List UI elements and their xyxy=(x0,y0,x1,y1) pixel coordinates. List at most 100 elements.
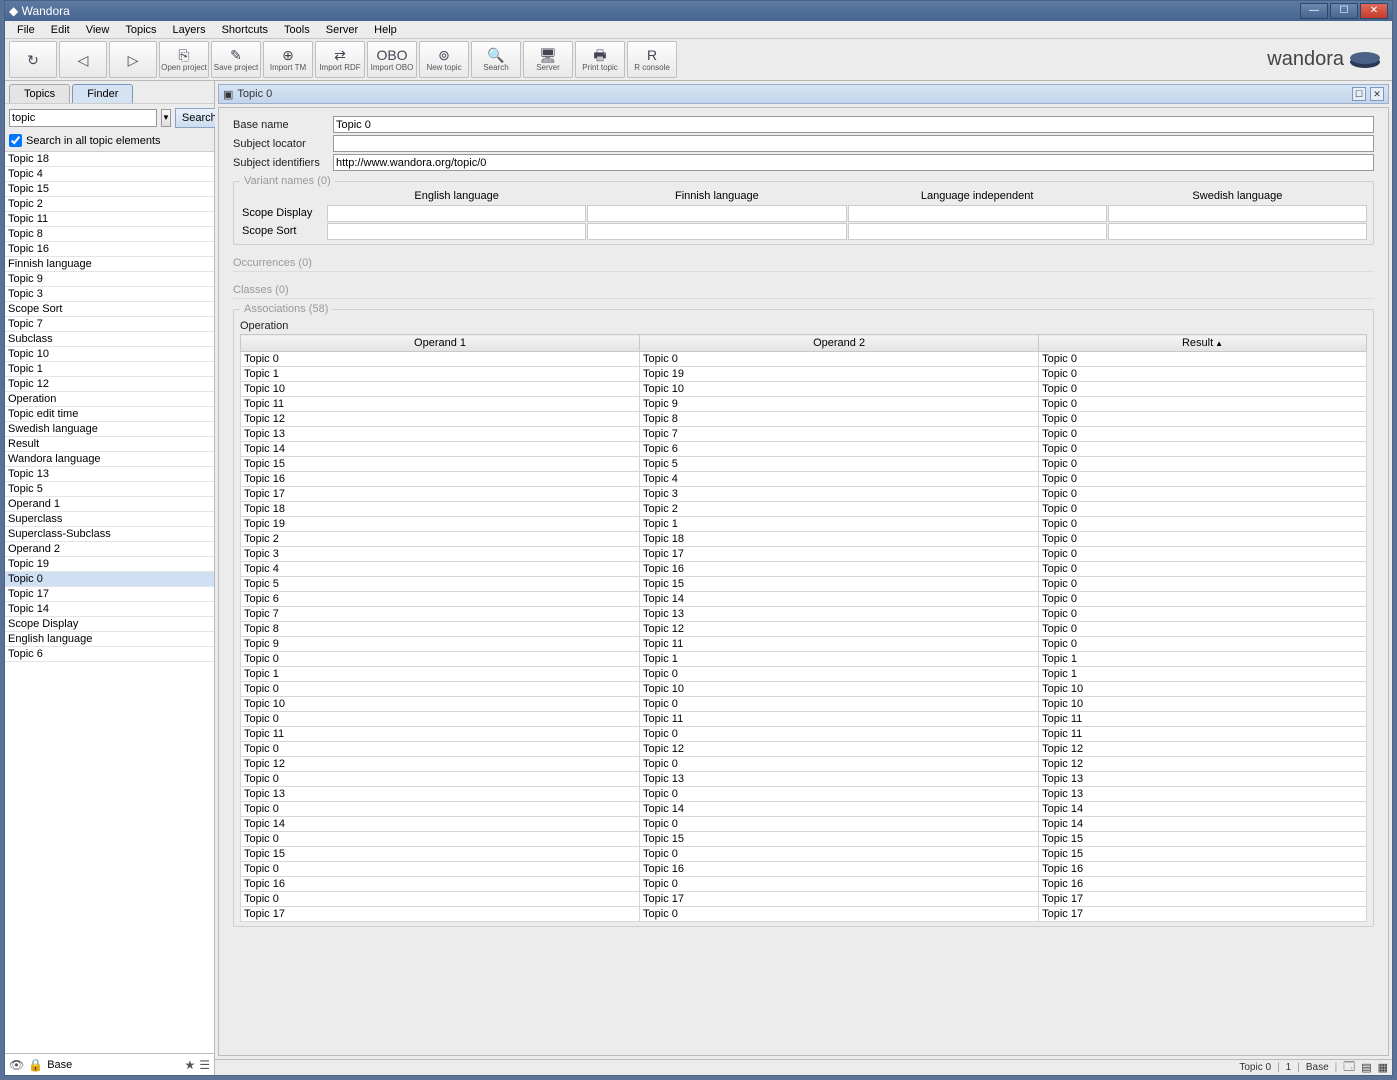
table-row[interactable]: Topic 13Topic 0Topic 13 xyxy=(241,787,1367,802)
list-item[interactable]: Scope Sort xyxy=(5,302,214,317)
table-row[interactable]: Topic 15Topic 0Topic 15 xyxy=(241,847,1367,862)
table-cell[interactable]: Topic 17 xyxy=(1039,907,1367,922)
table-cell[interactable]: Topic 1 xyxy=(241,367,640,382)
table-cell[interactable]: Topic 15 xyxy=(1039,847,1367,862)
table-cell[interactable]: Topic 1 xyxy=(640,517,1039,532)
search-input[interactable] xyxy=(9,109,157,127)
table-cell[interactable]: Topic 8 xyxy=(241,622,640,637)
new-topic-button[interactable]: ⊚New topic xyxy=(419,41,469,78)
menu-shortcuts[interactable]: Shortcuts xyxy=(216,22,274,38)
table-cell[interactable]: Topic 16 xyxy=(1039,862,1367,877)
table-row[interactable]: Topic 1Topic 0Topic 1 xyxy=(241,667,1367,682)
print-topic-button[interactable]: 🖶Print topic xyxy=(575,41,625,78)
list-item[interactable]: Topic 8 xyxy=(5,227,214,242)
table-cell[interactable]: Topic 0 xyxy=(1039,382,1367,397)
table-row[interactable]: Topic 0Topic 16Topic 16 xyxy=(241,862,1367,877)
table-cell[interactable]: Topic 9 xyxy=(640,397,1039,412)
table-row[interactable]: Topic 16Topic 0Topic 16 xyxy=(241,877,1367,892)
table-cell[interactable]: Topic 13 xyxy=(640,607,1039,622)
table-row[interactable]: Topic 10Topic 0Topic 10 xyxy=(241,697,1367,712)
list-item[interactable]: Operand 1 xyxy=(5,497,214,512)
table-cell[interactable]: Topic 10 xyxy=(640,382,1039,397)
table-cell[interactable]: Topic 0 xyxy=(640,757,1039,772)
table-cell[interactable]: Topic 11 xyxy=(241,727,640,742)
menu-view[interactable]: View xyxy=(80,22,116,38)
layer-name[interactable]: Base xyxy=(47,1059,72,1071)
list-item[interactable]: English language xyxy=(5,632,214,647)
table-cell[interactable]: Topic 0 xyxy=(1039,607,1367,622)
list-item[interactable]: Topic 7 xyxy=(5,317,214,332)
table-cell[interactable]: Topic 0 xyxy=(241,652,640,667)
table-cell[interactable]: Topic 17 xyxy=(1039,892,1367,907)
table-cell[interactable]: Topic 17 xyxy=(640,547,1039,562)
variant-cell[interactable] xyxy=(848,223,1107,240)
table-cell[interactable]: Topic 0 xyxy=(1039,457,1367,472)
base-name-input[interactable] xyxy=(333,116,1374,133)
table-row[interactable]: Topic 5Topic 15Topic 0 xyxy=(241,577,1367,592)
variant-cell[interactable] xyxy=(587,205,846,222)
table-cell[interactable]: Topic 11 xyxy=(640,712,1039,727)
list-item[interactable]: Operand 2 xyxy=(5,542,214,557)
table-cell[interactable]: Topic 14 xyxy=(640,592,1039,607)
table-cell[interactable]: Topic 0 xyxy=(241,682,640,697)
table-cell[interactable]: Topic 1 xyxy=(1039,667,1367,682)
menu-tools[interactable]: Tools xyxy=(278,22,316,38)
search-dropdown-icon[interactable]: ▼ xyxy=(161,109,171,127)
table-cell[interactable]: Topic 12 xyxy=(241,757,640,772)
table-cell[interactable]: Topic 1 xyxy=(241,667,640,682)
table-cell[interactable]: Topic 0 xyxy=(241,742,640,757)
table-row[interactable]: Topic 4Topic 16Topic 0 xyxy=(241,562,1367,577)
list-item[interactable]: Topic 9 xyxy=(5,272,214,287)
table-cell[interactable]: Topic 0 xyxy=(1039,397,1367,412)
table-row[interactable]: Topic 0Topic 14Topic 14 xyxy=(241,802,1367,817)
table-row[interactable]: Topic 11Topic 9Topic 0 xyxy=(241,397,1367,412)
table-cell[interactable]: Topic 2 xyxy=(241,532,640,547)
table-cell[interactable]: Topic 13 xyxy=(241,787,640,802)
reload-button[interactable]: ↻ xyxy=(9,41,57,78)
variant-cell[interactable] xyxy=(327,223,586,240)
close-button[interactable]: ✕ xyxy=(1360,3,1388,19)
table-cell[interactable]: Topic 3 xyxy=(640,487,1039,502)
table-cell[interactable]: Topic 18 xyxy=(640,532,1039,547)
table-cell[interactable]: Topic 0 xyxy=(241,832,640,847)
table-cell[interactable]: Topic 8 xyxy=(640,412,1039,427)
minimize-button[interactable]: — xyxy=(1300,3,1328,19)
table-cell[interactable]: Topic 10 xyxy=(1039,697,1367,712)
search-button[interactable]: 🔍Search xyxy=(471,41,521,78)
table-cell[interactable]: Topic 11 xyxy=(1039,727,1367,742)
table-cell[interactable]: Topic 5 xyxy=(241,577,640,592)
list-item[interactable]: Subclass xyxy=(5,332,214,347)
table-row[interactable]: Topic 0Topic 15Topic 15 xyxy=(241,832,1367,847)
table-cell[interactable]: Topic 7 xyxy=(241,607,640,622)
occurrences-section[interactable]: Occurrences (0) xyxy=(233,255,1374,272)
table-cell[interactable]: Topic 1 xyxy=(640,652,1039,667)
table-column-header[interactable]: Operand 2 xyxy=(640,335,1039,352)
list-item[interactable]: Topic 4 xyxy=(5,167,214,182)
table-row[interactable]: Topic 16Topic 4Topic 0 xyxy=(241,472,1367,487)
table-cell[interactable]: Topic 0 xyxy=(1039,367,1367,382)
table-cell[interactable]: Topic 0 xyxy=(241,772,640,787)
open-project-button[interactable]: ⎘Open project xyxy=(159,41,209,78)
table-cell[interactable]: Topic 0 xyxy=(640,697,1039,712)
table-row[interactable]: Topic 0Topic 10Topic 10 xyxy=(241,682,1367,697)
list-item[interactable]: Topic 19 xyxy=(5,557,214,572)
table-row[interactable]: Topic 10Topic 10Topic 0 xyxy=(241,382,1367,397)
table-cell[interactable]: Topic 11 xyxy=(241,397,640,412)
table-row[interactable]: Topic 17Topic 0Topic 17 xyxy=(241,907,1367,922)
table-cell[interactable]: Topic 0 xyxy=(241,892,640,907)
table-cell[interactable]: Topic 0 xyxy=(241,712,640,727)
import-tm-button[interactable]: ⊕Import TM xyxy=(263,41,313,78)
list-item[interactable]: Superclass-Subclass xyxy=(5,527,214,542)
table-row[interactable]: Topic 1Topic 19Topic 0 xyxy=(241,367,1367,382)
table-cell[interactable]: Topic 11 xyxy=(1039,712,1367,727)
table-cell[interactable]: Topic 16 xyxy=(241,472,640,487)
table-column-header[interactable]: Result▲ xyxy=(1039,335,1367,352)
table-cell[interactable]: Topic 0 xyxy=(640,817,1039,832)
star-icon[interactable]: ★ xyxy=(184,1058,195,1072)
table-cell[interactable]: Topic 14 xyxy=(1039,817,1367,832)
list-item[interactable]: Topic 11 xyxy=(5,212,214,227)
table-cell[interactable]: Topic 0 xyxy=(1039,517,1367,532)
list-item[interactable]: Topic 6 xyxy=(5,647,214,662)
table-row[interactable]: Topic 18Topic 2Topic 0 xyxy=(241,502,1367,517)
subject-locator-input[interactable] xyxy=(333,135,1374,152)
